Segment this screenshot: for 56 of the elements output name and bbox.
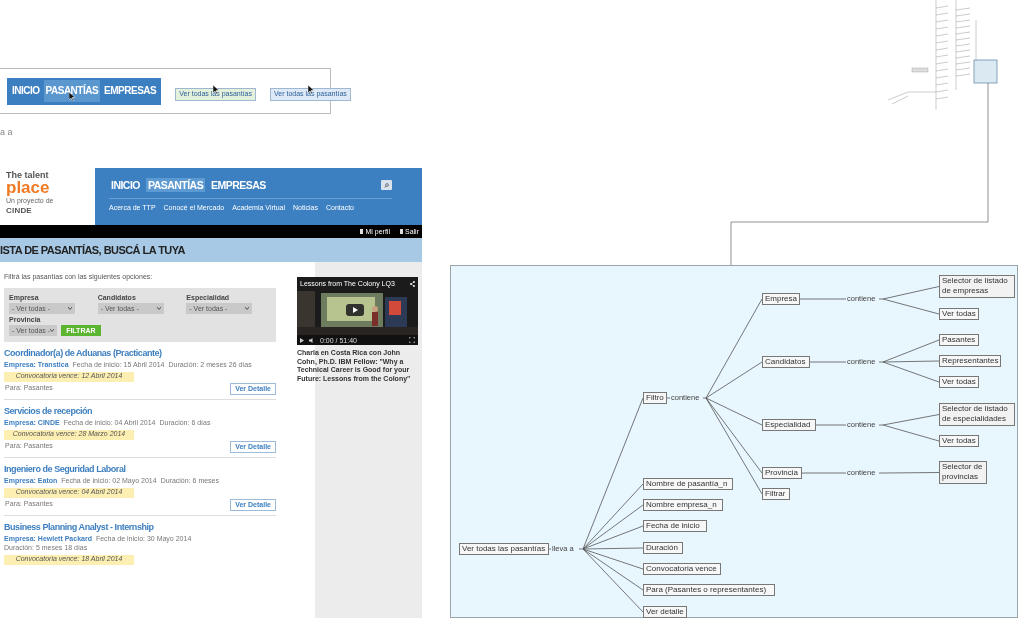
concept-node[interactable]: Ver detalle — [643, 606, 687, 618]
connector-line — [666, 397, 671, 399]
concept-node[interactable]: Ver todas — [939, 308, 979, 320]
concept-node[interactable]: Filtro — [643, 392, 667, 404]
concept-node[interactable]: Especialidad — [762, 419, 816, 431]
listing-title[interactable]: Coordinador(a) de Aduanas (Practicante) — [4, 347, 276, 359]
play-icon[interactable] — [300, 337, 304, 343]
concept-node[interactable]: Fecha de inicio — [643, 520, 707, 532]
concept-node[interactable]: Convocatoria vence — [643, 563, 721, 575]
listing-title[interactable]: Business Planning Analyst - Internship — [4, 521, 276, 533]
nav-tab[interactable]: EMPRESAS — [209, 178, 268, 192]
chevron-down-icon — [68, 306, 72, 310]
concept-node[interactable]: Ver todas — [939, 376, 979, 388]
concept-node[interactable]: Provincia — [762, 467, 802, 479]
connector-line — [548, 548, 552, 550]
concept-node[interactable]: Empresa — [762, 293, 800, 305]
concept-node[interactable]: Duración — [643, 542, 683, 554]
nav-tab[interactable]: INICIO — [10, 80, 42, 102]
concept-node[interactable]: Pasantes — [939, 334, 979, 346]
volume-icon[interactable] — [309, 337, 315, 343]
search-icon — [384, 182, 389, 188]
play-button[interactable] — [346, 304, 364, 316]
concept-node[interactable]: Selector de listado de especialidades — [939, 403, 1015, 426]
listing-title[interactable]: Ingeniero de Seguridad Laboral — [4, 463, 276, 475]
concept-node[interactable]: Filtrar — [762, 488, 790, 500]
chevron-down-icon — [156, 306, 161, 310]
concept-node[interactable]: Representantes — [939, 355, 1002, 367]
chevron-down-icon — [50, 328, 55, 332]
nav-tab[interactable]: EMPRESAS — [102, 80, 159, 102]
chevron-down-icon — [245, 306, 250, 310]
concept-node[interactable]: Selector de listado de empresas — [939, 275, 1015, 298]
nav-tab[interactable]: PASANTÍAS — [145, 178, 206, 192]
share-icon[interactable] — [410, 281, 415, 288]
concept-node[interactable]: Candidatos — [762, 356, 810, 368]
connector-line — [799, 298, 847, 300]
note-text: a a — [0, 126, 13, 139]
connector-line — [809, 361, 847, 363]
play-icon — [352, 307, 358, 313]
listing-title[interactable]: Servicios de recepción — [4, 405, 276, 417]
concept-node[interactable]: Nombre empresa_n — [643, 499, 723, 511]
cursor-icon — [308, 85, 314, 94]
concept-node[interactable]: Selector de provincias — [939, 461, 987, 484]
logo-text: The talent — [6, 171, 50, 180]
connector-line — [815, 424, 847, 426]
concept-node[interactable]: Ver todas las pasantías — [459, 543, 549, 555]
nav-tab[interactable]: INICIO — [109, 178, 142, 192]
cursor-icon — [213, 85, 220, 94]
concept-node[interactable]: Para (Pasantes o representantes) — [643, 584, 775, 596]
fullscreen-icon[interactable] — [409, 337, 415, 343]
concept-node[interactable]: Ver todas — [939, 435, 979, 447]
page-title: ISTA DE PASANTÍAS, BUSCÁ LA TUYA — [0, 242, 185, 258]
nav-tab[interactable]: PASANTÍAS — [43, 80, 101, 102]
logo-text: place — [6, 180, 51, 195]
partner-logo: CINDE — [6, 205, 33, 217]
connector-line — [801, 472, 847, 474]
concept-node[interactable]: Nombre de pasantía_n — [643, 478, 733, 490]
